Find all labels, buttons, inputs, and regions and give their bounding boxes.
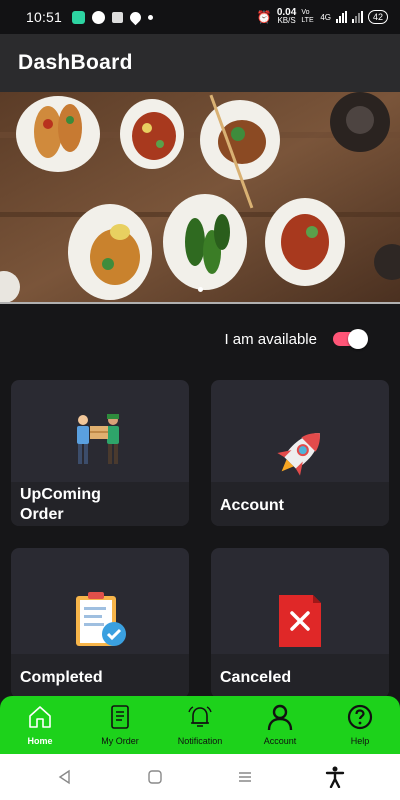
cancelled-document-illustration [211, 548, 389, 650]
nav-item-account[interactable]: Account [240, 696, 320, 754]
person-icon [266, 703, 294, 731]
location-pin-icon [127, 9, 144, 25]
carousel-indicator [198, 287, 203, 292]
recents-icon[interactable] [230, 762, 260, 792]
nav-item-help[interactable]: Help [320, 696, 400, 754]
clipboard-check-illustration [11, 548, 189, 650]
nav-label: Account [263, 736, 297, 746]
nav-label: Help [350, 736, 370, 746]
nav-label: My Order [101, 736, 139, 746]
back-icon[interactable] [50, 762, 80, 792]
accessibility-icon[interactable] [320, 762, 350, 792]
signal-strength-icon [335, 11, 347, 23]
completed-card[interactable]: Completed [11, 548, 189, 698]
messenger-app-icon [72, 10, 86, 24]
more-notifications-dot [148, 14, 154, 20]
upcoming-order-card[interactable]: UpComing Order [11, 380, 189, 526]
status-system-icons: ⏰ 0.04 KB/S Vo LTE 4G 42 [256, 8, 388, 25]
tag-app-icon [112, 11, 124, 23]
food-banner-image [0, 92, 400, 302]
availability-row: I am available [224, 328, 368, 350]
order-document-icon [106, 703, 134, 731]
help-icon [346, 703, 374, 731]
availability-label: I am available [224, 330, 317, 348]
battery-indicator: 42 [367, 10, 388, 24]
delivery-handover-illustration [11, 380, 189, 482]
account-card[interactable]: Account [211, 380, 389, 526]
bottom-navigation: Home My Order Notification Account Help [0, 696, 400, 754]
signal-strength-2-icon [351, 11, 363, 23]
card-label: Account [220, 497, 284, 514]
game-app-icon [92, 10, 106, 24]
availability-toggle[interactable] [331, 328, 368, 350]
banner-carousel[interactable] [0, 92, 400, 304]
home-icon [26, 703, 54, 731]
nav-label: Notification [177, 736, 223, 746]
net-speed-unit: KB/S [277, 16, 296, 25]
nav-item-my-order[interactable]: My Order [80, 696, 160, 754]
net-speed: 0.04 KB/S [277, 8, 296, 25]
app-bar: DashBoard [0, 34, 400, 92]
nav-item-notification[interactable]: Notification [160, 696, 240, 754]
status-notification-icons [72, 9, 154, 25]
home-square-icon[interactable] [140, 762, 170, 792]
system-navigation-bar [0, 754, 400, 800]
card-label: Completed [20, 669, 103, 686]
canceled-card[interactable]: Canceled [211, 548, 389, 698]
volte-indicator: Vo LTE [301, 9, 314, 24]
status-time: 10:51 [26, 9, 63, 25]
card-label: Canceled [220, 669, 292, 686]
status-bar: 10:51 ⏰ 0.04 KB/S Vo LTE 4G 42 [0, 0, 400, 34]
bell-icon [186, 703, 214, 731]
card-label: UpComing Order [20, 486, 101, 523]
network-type: 4G [320, 12, 331, 22]
toggle-knob [348, 329, 368, 349]
nav-item-home[interactable]: Home [0, 696, 80, 754]
nav-label: Home [27, 736, 53, 746]
rocket-illustration [211, 380, 389, 482]
alarm-icon: ⏰ [256, 10, 272, 24]
page-title: DashBoard [18, 51, 133, 74]
